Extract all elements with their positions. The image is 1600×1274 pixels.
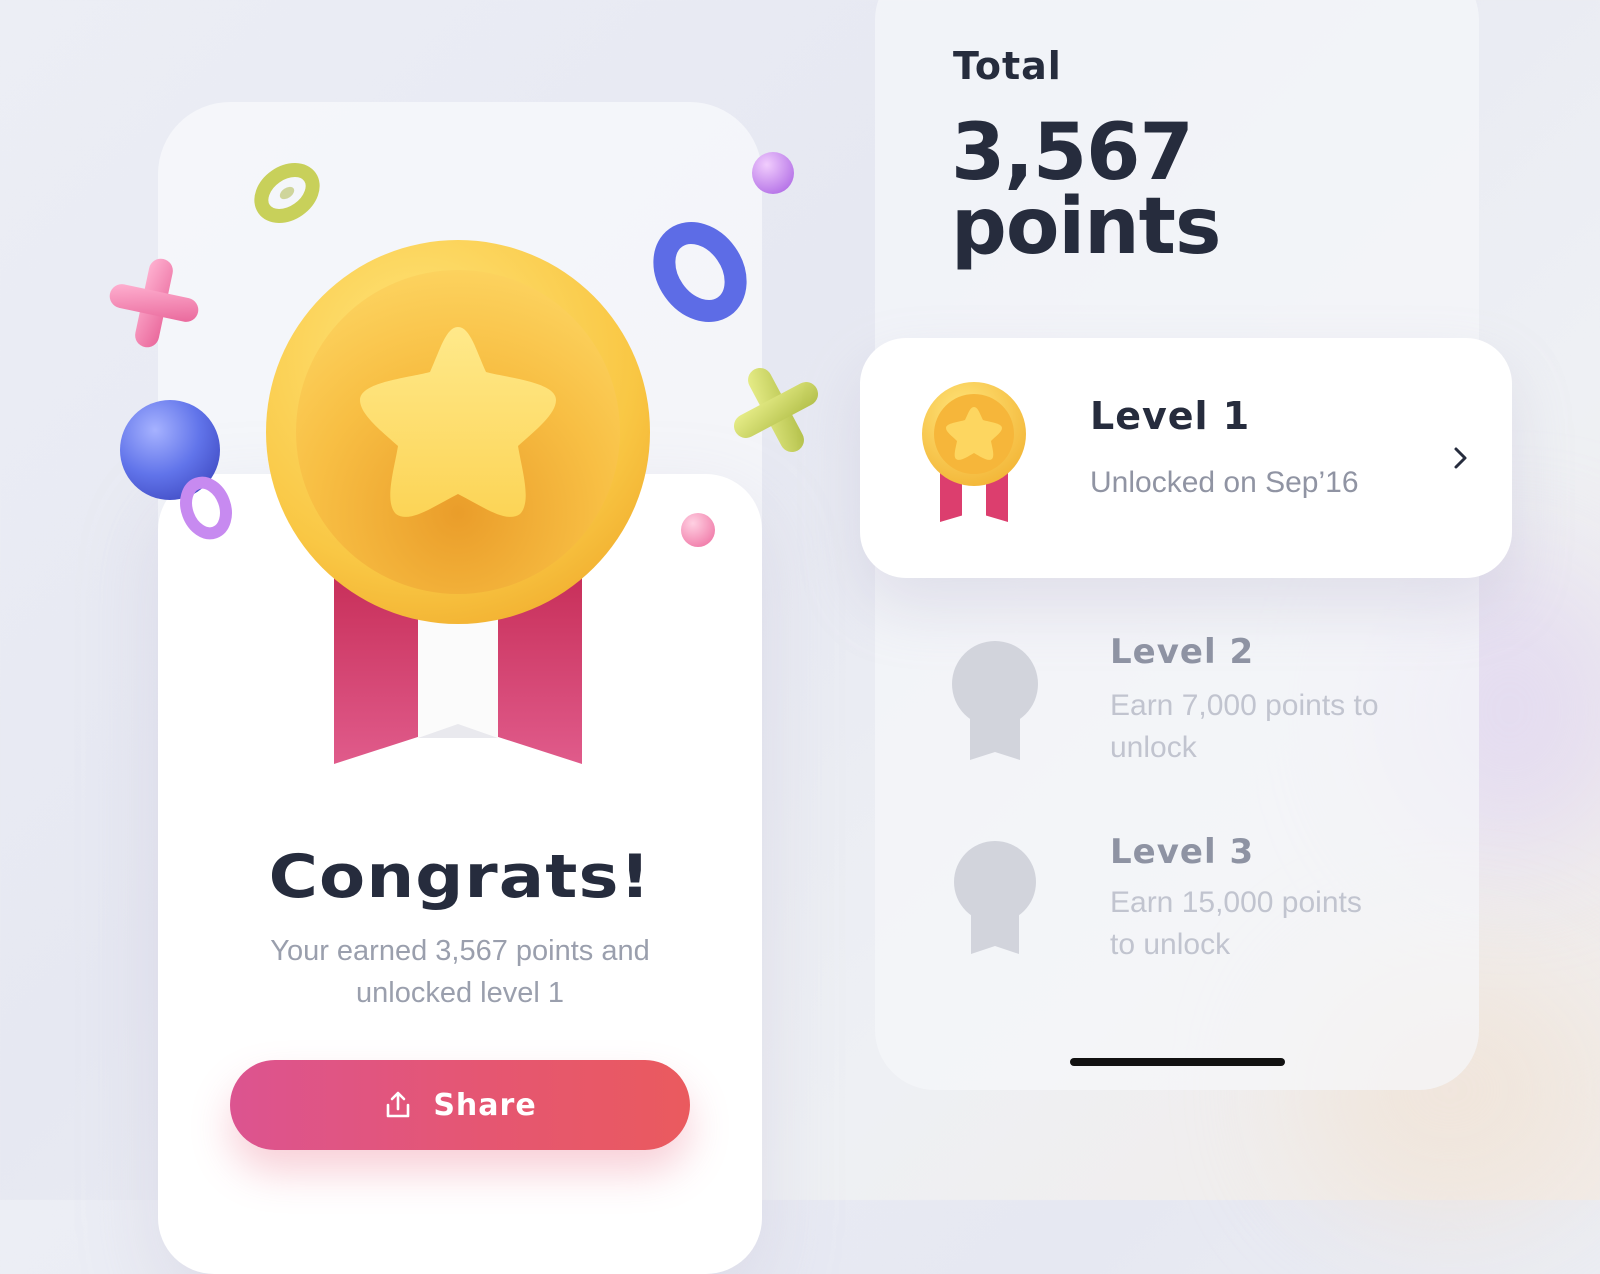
total-points-unit: points [951, 182, 1221, 272]
gold-medal-icon [266, 240, 650, 764]
level-2-subtitle-line: unlock [1110, 731, 1197, 764]
share-upload-icon [387, 1091, 410, 1118]
level-2-subtitle-line: Earn 7,000 points to [1110, 689, 1379, 722]
share-button[interactable]: Share [230, 1060, 690, 1150]
congrats-subtitle-line: Your earned 3,567 points and [270, 935, 650, 967]
level-3-subtitle-line: Earn 15,000 points [1110, 886, 1362, 919]
congrats-title: Congrats! [268, 842, 652, 912]
green-plus-shape [733, 367, 819, 453]
level-3-subtitle-line: to unlock [1110, 928, 1231, 961]
level-1-card[interactable]: Level 1 Unlocked on Sep’16 [860, 338, 1512, 578]
purple-sphere-shape [752, 152, 794, 194]
total-label: Total [953, 44, 1062, 88]
home-indicator[interactable] [1070, 1058, 1285, 1066]
locked-medal-icon [952, 641, 1038, 760]
congrats-subtitle-line: unlocked level 1 [356, 977, 564, 1009]
total-points-value: 3,567 [951, 108, 1194, 198]
level-2-subtitle: Earn 7,000 points to unlock [1110, 685, 1430, 769]
locked-medal-icon [954, 841, 1036, 954]
level-3-subtitle: Earn 15,000 points to unlock [1110, 882, 1430, 966]
pink-sphere-shape [681, 513, 715, 547]
chevron-right-icon[interactable] [1450, 444, 1470, 472]
gold-medal-icon [922, 382, 1026, 522]
level-2-title: Level 2 [1110, 632, 1255, 672]
level-3-title: Level 3 [1110, 832, 1255, 872]
congrats-subtitle: Your earned 3,567 points and unlocked le… [158, 930, 762, 1014]
share-button-label: Share [433, 1087, 537, 1123]
level-1-title: Level 1 [1090, 394, 1251, 438]
level-1-subtitle: Unlocked on Sep’16 [1090, 466, 1359, 499]
green-ring-shape [254, 163, 320, 223]
pink-plus-shape [109, 258, 199, 348]
purple-ring-shape [180, 476, 232, 540]
total-points: 3,567 points [951, 108, 1221, 272]
